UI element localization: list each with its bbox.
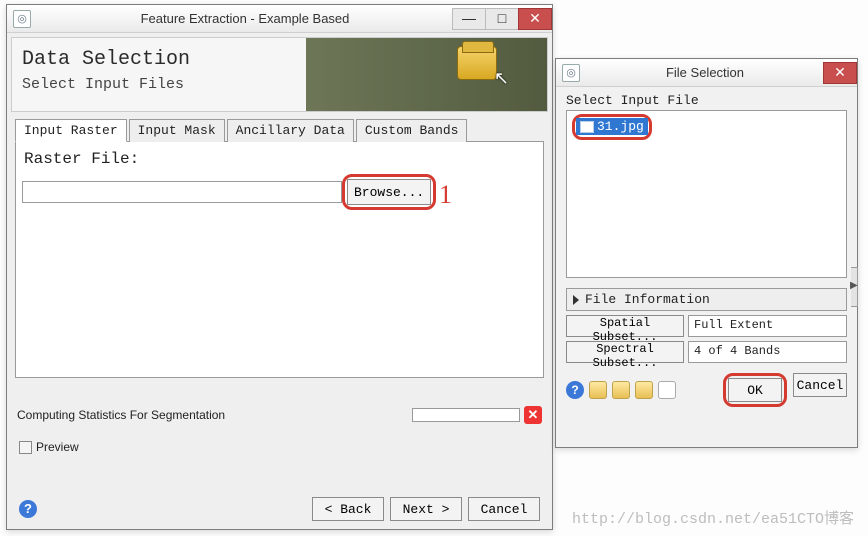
banner: Data Selection Select Input Files ↖ xyxy=(11,37,548,112)
cursor-icon: ↖ xyxy=(494,68,509,89)
stop-button[interactable]: ✕ xyxy=(524,406,542,424)
status-text: Computing Statistics For Segmentation xyxy=(17,408,225,422)
raster-file-label: Raster File: xyxy=(24,150,537,168)
tab-ancillary-data[interactable]: Ancillary Data xyxy=(227,119,354,142)
expand-arrow-icon xyxy=(573,295,579,305)
watermark: http://blog.csdn.net/ea51CTO博客 xyxy=(572,507,854,528)
file-item-name: 31.jpg xyxy=(597,119,644,134)
progress-bar xyxy=(412,408,520,422)
maximize-button[interactable]: □ xyxy=(485,8,519,30)
open-remote-icon[interactable] xyxy=(612,381,630,399)
help-button[interactable]: ? xyxy=(19,500,37,518)
browse-button[interactable]: Browse... xyxy=(347,179,431,205)
banner-title: Data Selection xyxy=(22,48,190,71)
main-window-title: Feature Extraction - Example Based xyxy=(37,11,453,26)
app-icon: ◎ xyxy=(562,64,580,82)
main-titlebar[interactable]: ◎ Feature Extraction - Example Based — □… xyxy=(7,5,552,33)
tab-panel: Raster File: Browse... xyxy=(15,142,544,378)
file-information-expander[interactable]: File Information xyxy=(566,288,847,311)
spectral-subset-button[interactable]: Spectral Subset... xyxy=(566,341,684,363)
cancel-button[interactable]: Cancel xyxy=(468,497,540,521)
ok-button[interactable]: OK xyxy=(728,378,782,402)
file-selection-window: ◎ File Selection ✕ Select Input File 31.… xyxy=(555,58,858,448)
file-close-button[interactable]: ✕ xyxy=(823,62,857,84)
preview-label: Preview xyxy=(36,440,79,454)
preview-checkbox[interactable] xyxy=(19,441,32,454)
file-titlebar[interactable]: ◎ File Selection ✕ xyxy=(556,59,857,87)
file-information-label: File Information xyxy=(585,292,710,307)
banner-subtitle: Select Input Files xyxy=(22,76,184,93)
annotation-1: 1 xyxy=(439,180,452,210)
view-icon[interactable] xyxy=(658,381,676,399)
tab-input-raster[interactable]: Input Raster xyxy=(15,119,127,142)
raster-file-input[interactable] xyxy=(22,181,342,203)
file-window-title: File Selection xyxy=(586,65,824,80)
next-button[interactable]: Next > xyxy=(390,497,462,521)
status-row: Computing Statistics For Segmentation ✕ xyxy=(17,406,542,424)
side-expand-handle[interactable] xyxy=(851,267,858,307)
spatial-subset-button[interactable]: Spatial Subset... xyxy=(566,315,684,337)
open-feature-icon[interactable] xyxy=(635,381,653,399)
file-item-selected[interactable]: 31.jpg xyxy=(576,118,648,135)
app-icon: ◎ xyxy=(13,10,31,28)
back-button[interactable]: < Back xyxy=(312,497,384,521)
close-button[interactable]: ✕ xyxy=(518,8,552,30)
spectral-subset-value: 4 of 4 Bands xyxy=(688,341,847,363)
file-list[interactable]: 31.jpg xyxy=(566,110,847,278)
tab-custom-bands[interactable]: Custom Bands xyxy=(356,119,468,142)
feature-extraction-window: ◎ Feature Extraction - Example Based — □… xyxy=(6,4,553,530)
folder-icon xyxy=(457,46,497,80)
file-cancel-button[interactable]: Cancel xyxy=(793,373,847,397)
open-folder-icon[interactable] xyxy=(589,381,607,399)
help-icon[interactable]: ? xyxy=(566,381,584,399)
tab-input-mask[interactable]: Input Mask xyxy=(129,119,225,142)
select-input-file-label: Select Input File xyxy=(566,93,847,108)
spatial-subset-value: Full Extent xyxy=(688,315,847,337)
tabs: Input Raster Input Mask Ancillary Data C… xyxy=(15,118,544,142)
minimize-button[interactable]: — xyxy=(452,8,486,30)
image-file-icon xyxy=(580,121,594,133)
